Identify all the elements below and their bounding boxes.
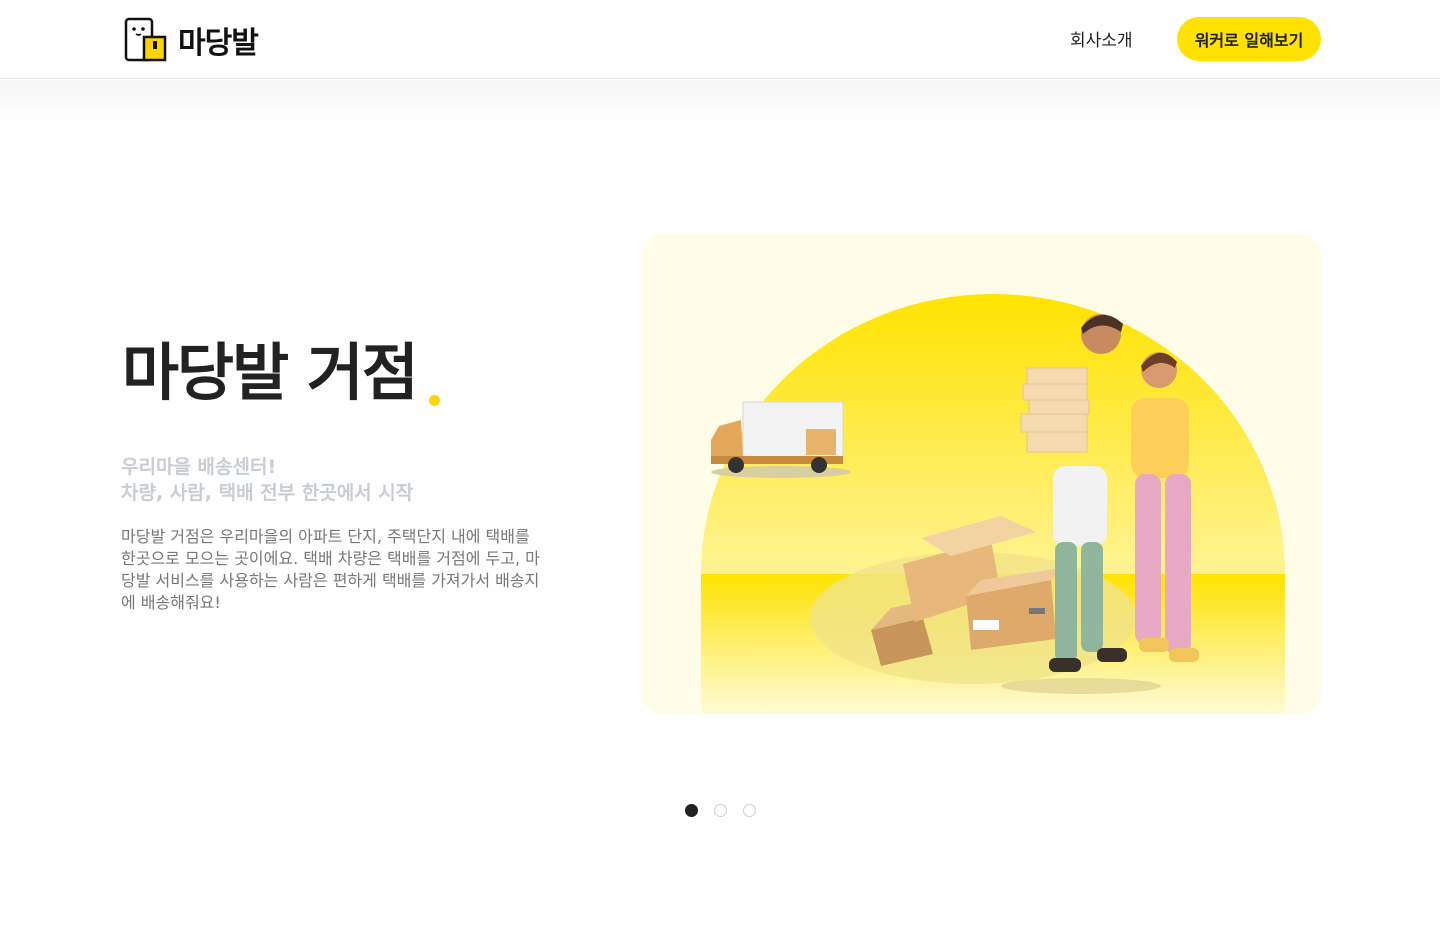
nav-about-link[interactable]: 회사소개 [1070,26,1133,51]
hero-description: 마당발 거점은 우리마을의 아파트 단지, 주택단지 내에 택배를 한곳으로 모… [121,527,540,612]
hero-subtitle-line2: 차량, 사람, 택배 전부 한곳에서 시작 [121,482,414,504]
hero-subtitle: 우리마을 배송센터! 차량, 사람, 택배 전부 한곳에서 시작 [121,454,413,506]
logo-text: 마당발 [178,26,259,61]
logo[interactable]: 마당발 [124,16,259,64]
try-worker-button[interactable]: 워커로 일해보기 [1177,17,1321,61]
carousel-pagination [685,804,756,817]
site-header: 마당발 회사소개 워커로 일해보기 [0,0,1440,79]
hero-title-text: 마당발 거점 [122,336,419,409]
logo-icon [124,17,168,63]
header-shadow [0,80,1440,130]
carousel-dot-2[interactable] [714,804,727,817]
carousel-dot-1[interactable] [685,804,698,817]
title-accent-dot [428,395,440,406]
carousel-dot-3[interactable] [743,804,756,817]
hero-illustration [701,294,1285,714]
hero-title: 마당발 거점 [122,322,440,412]
hero-illustration-card [641,234,1321,714]
hero-subtitle-line1: 우리마을 배송센터! [121,456,277,478]
